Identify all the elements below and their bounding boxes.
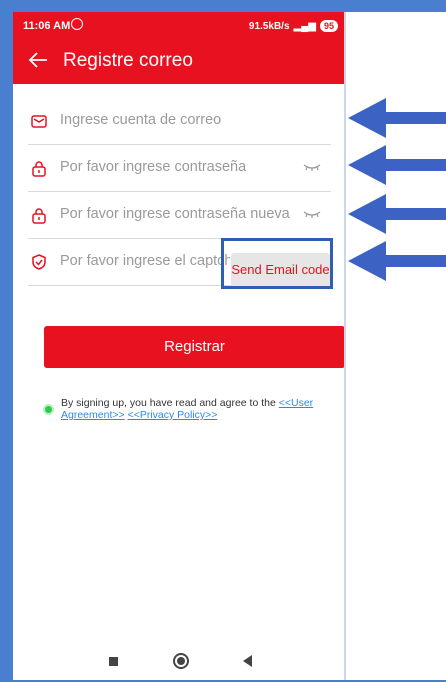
- arrow-left-icon[interactable]: [27, 49, 49, 71]
- new-password-placeholder: Por favor ingrese contraseña nueva: [60, 206, 290, 222]
- back-triangle-icon[interactable]: [243, 655, 252, 667]
- register-button[interactable]: Registrar: [44, 326, 344, 368]
- whatsapp-icon: [71, 18, 83, 30]
- password-field[interactable]: Por favor ingrese contraseña: [28, 145, 331, 192]
- captcha-placeholder: Por favor ingrese el captcha: [60, 253, 230, 269]
- frame-top-border: [0, 0, 446, 12]
- lock-icon: [32, 161, 46, 177]
- battery-icon: 95: [319, 20, 338, 32]
- signal-icon: ▂▄▆: [293, 20, 316, 32]
- system-nav-bar: [13, 640, 344, 680]
- frame-right-border: [344, 12, 346, 682]
- status-time: 11:06 AM: [23, 20, 71, 32]
- shield-check-icon: [32, 254, 46, 270]
- annotation-arrow-icon: [348, 98, 446, 138]
- email-field[interactable]: Ingrese cuenta de correo: [28, 98, 331, 145]
- page-title: Registre correo: [63, 50, 193, 71]
- agreement-text: By signing up, you have read and agree t…: [61, 397, 344, 421]
- privacy-policy-link[interactable]: <<Privacy Policy>>: [128, 409, 218, 421]
- annotation-arrow-icon: [348, 145, 446, 185]
- agreement-prefix: By signing up, you have read and agree t…: [61, 397, 279, 409]
- annotation-arrow-icon: [348, 241, 446, 281]
- lock-icon: [32, 208, 46, 224]
- status-bar: 11:06 AM 91.5kB/s ▂▄▆ 95: [23, 18, 338, 36]
- frame-left-border: [0, 0, 13, 682]
- annotation-highlight-box: [221, 238, 333, 289]
- home-icon[interactable]: [173, 653, 189, 669]
- eye-closed-icon[interactable]: [303, 161, 321, 173]
- recents-icon[interactable]: [109, 657, 118, 666]
- annotation-arrow-icon: [348, 194, 446, 234]
- mail-icon: [31, 115, 47, 128]
- phone-screen: 11:06 AM 91.5kB/s ▂▄▆ 95 Registre correo…: [13, 12, 344, 680]
- agreement-checkbox[interactable]: [43, 404, 54, 415]
- status-indicators: 91.5kB/s ▂▄▆ 95: [249, 20, 338, 32]
- password-placeholder: Por favor ingrese contraseña: [60, 159, 247, 175]
- eye-closed-icon[interactable]: [303, 208, 321, 220]
- network-speed: 91.5kB/s: [248, 20, 290, 32]
- email-placeholder: Ingrese cuenta de correo: [60, 112, 222, 128]
- app-bar: 11:06 AM 91.5kB/s ▂▄▆ 95 Registre correo: [13, 12, 344, 84]
- new-password-field[interactable]: Por favor ingrese contraseña nueva: [28, 192, 331, 239]
